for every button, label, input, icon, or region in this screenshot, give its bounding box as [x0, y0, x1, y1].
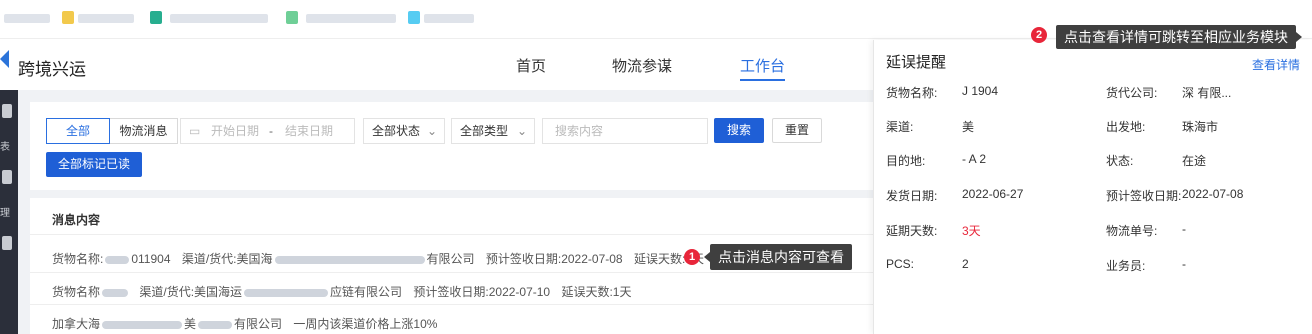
- bookmark-item[interactable]: [170, 14, 268, 23]
- brand-name[interactable]: 跨境兴运: [18, 55, 86, 80]
- row-text: 应链有限公司: [330, 285, 403, 299]
- divider: [30, 304, 873, 305]
- nav-logistics[interactable]: 物流参谋: [612, 55, 672, 76]
- field-value: -: [1182, 257, 1186, 271]
- bookmark-item[interactable]: [424, 14, 474, 23]
- redacted-text: [244, 288, 329, 297]
- status-select-value: 全部状态: [372, 124, 421, 138]
- panel-title: 延误提醒: [886, 54, 947, 71]
- row-text: 有限公司: [426, 252, 475, 266]
- chevron-down-icon: ⌄: [516, 124, 527, 138]
- field-value: 珠海市: [1182, 120, 1219, 134]
- row-text: 渠道/货代:美国海: [181, 252, 273, 266]
- field-label: PCS:: [886, 257, 915, 271]
- row-text: 预计签收日期:2022-07-08: [485, 252, 623, 266]
- row-text: 美: [184, 317, 197, 331]
- redacted-text: [274, 255, 425, 264]
- nav-home[interactable]: 首页: [516, 55, 546, 76]
- bookmark-item[interactable]: [4, 14, 50, 23]
- row-text: 渠道/货代:美国海运: [139, 285, 243, 299]
- calendar-icon: ▭: [189, 124, 201, 138]
- field-label: 发货日期:: [886, 189, 938, 203]
- list-item[interactable]: 货物名称 渠道/货代:美国海运 应链有限公司 预计签收日期:2022-07-10 …: [52, 283, 631, 300]
- field-label: 业务员:: [1106, 259, 1146, 273]
- field-value: 深 有限...: [1182, 86, 1232, 100]
- list-item[interactable]: 加拿大海 美 有限公司 一周内该渠道价格上涨10%: [52, 315, 437, 332]
- row-text: 货物名称:: [52, 252, 104, 266]
- folder-icon: [62, 11, 74, 24]
- field-value: - A 2: [962, 152, 987, 166]
- field-label: 货代公司:: [1106, 86, 1158, 100]
- bookmark-item[interactable]: [78, 14, 134, 23]
- mark-all-read-button[interactable]: 全部标记已读: [46, 152, 142, 177]
- type-select-value: 全部类型: [460, 124, 509, 138]
- bookmark-item[interactable]: [306, 14, 396, 23]
- redacted-text: [102, 320, 183, 329]
- search-button[interactable]: 搜索: [714, 118, 764, 143]
- row-text: 一周内该渠道价格上涨10%: [293, 317, 438, 331]
- tab-all[interactable]: 全部: [46, 118, 110, 144]
- row-text: 有限公司: [234, 317, 283, 331]
- row-text: 预计签收日期:2022-07-10: [413, 285, 551, 299]
- search-input[interactable]: 搜索内容: [542, 118, 708, 144]
- field-label: 延期天数:: [886, 224, 938, 238]
- field-value: 2: [962, 257, 969, 271]
- field-label: 货物名称:: [886, 86, 938, 100]
- sidebar-label: 理: [0, 208, 10, 219]
- bookmark-icon: [150, 11, 162, 24]
- view-details-link[interactable]: 查看详情: [1252, 56, 1300, 73]
- start-date-input[interactable]: 开始日期: [211, 119, 259, 143]
- status-select[interactable]: 全部状态 ⌄: [363, 118, 445, 144]
- delay-days-value: 3天: [962, 224, 981, 238]
- end-date-input[interactable]: 结束日期: [285, 119, 333, 143]
- field-label: 状态:: [1106, 154, 1134, 168]
- sidebar-label: 表: [0, 142, 10, 153]
- field-value: 美: [962, 120, 975, 134]
- reset-button[interactable]: 重置: [772, 118, 822, 143]
- field-value: J 1904: [962, 84, 999, 98]
- field-value: -: [1182, 222, 1186, 236]
- type-select[interactable]: 全部类型 ⌄: [451, 118, 535, 144]
- step-badge-2: 2: [1031, 27, 1047, 43]
- redacted-text: [198, 320, 233, 329]
- chevron-down-icon: ⌄: [426, 124, 437, 138]
- sidebar-icon[interactable]: [2, 104, 12, 118]
- row-text: 货物名称: [52, 285, 101, 299]
- tab-logistics-message[interactable]: 物流消息: [110, 118, 178, 144]
- delay-alert-panel: [873, 40, 1312, 334]
- row-text: 011904: [131, 252, 171, 266]
- date-separator: -: [269, 124, 273, 138]
- divider: [30, 272, 873, 273]
- logo-icon: [0, 50, 9, 68]
- date-range-picker[interactable]: ▭ 开始日期 - 结束日期: [180, 118, 355, 144]
- field-label: 预计签收日期:: [1106, 189, 1182, 203]
- redacted-text: [105, 255, 130, 264]
- sidebar-icon[interactable]: [2, 170, 12, 184]
- nav-workbench[interactable]: 工作台: [740, 55, 786, 81]
- bookmark-icon: [408, 11, 420, 24]
- field-label: 出发地:: [1106, 120, 1146, 134]
- list-item[interactable]: 货物名称: 011904 渠道/货代:美国海 有限公司 预计签收日期:2022-07…: [52, 250, 704, 267]
- field-label: 物流单号:: [1106, 224, 1158, 238]
- step-badge-1: 1: [684, 249, 700, 265]
- list-header: 消息内容: [52, 213, 101, 227]
- row-text: 加拿大海: [52, 317, 101, 331]
- field-label: 目的地:: [886, 154, 926, 168]
- field-value: 2022-07-08: [1182, 187, 1244, 201]
- sidebar-icon[interactable]: [2, 236, 12, 250]
- tooltip-click-message: 点击消息内容可查看: [704, 244, 852, 270]
- bookmark-icon: [286, 11, 298, 24]
- redacted-text: [102, 288, 129, 297]
- filter-card: [30, 102, 873, 190]
- field-label: 渠道:: [886, 120, 914, 134]
- row-text: 延误天数:1天: [561, 285, 632, 299]
- field-value: 2022-06-27: [962, 187, 1024, 201]
- field-value: 在途: [1182, 154, 1207, 168]
- divider: [30, 234, 873, 235]
- tooltip-view-details: 点击查看详情可跳转至相应业务模块: [1056, 25, 1302, 49]
